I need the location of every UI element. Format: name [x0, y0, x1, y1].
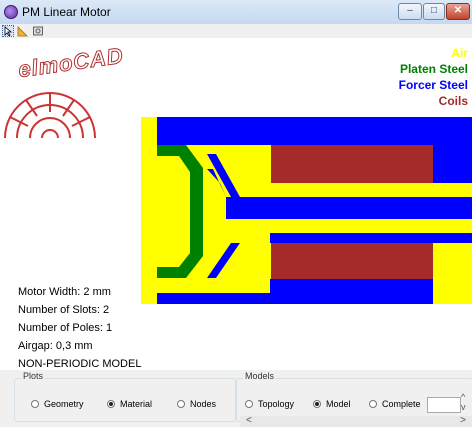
- title-bar: PM Linear Motor – □ ✕: [0, 0, 472, 25]
- window-title: PM Linear Motor: [22, 5, 111, 19]
- motor-geometry: [141, 117, 472, 304]
- app-icon: [4, 5, 18, 19]
- radio-dot-model: [313, 400, 321, 408]
- radio-dot-complete: [369, 400, 377, 408]
- scroll-left-icon[interactable]: <: [246, 415, 252, 426]
- spinner-down-icon[interactable]: v: [461, 403, 466, 412]
- radio-geometry[interactable]: Geometry: [31, 399, 84, 409]
- air-gap-strip: [226, 183, 472, 197]
- horizontal-scrollbar[interactable]: < >: [240, 415, 472, 427]
- radio-dot-topology: [245, 400, 253, 408]
- zoom-tool-icon[interactable]: [32, 25, 44, 37]
- radio-topology[interactable]: Topology: [245, 399, 294, 409]
- radio-dot-nodes: [177, 400, 185, 408]
- measure-tool-icon[interactable]: [17, 25, 29, 37]
- plots-title: Plots: [21, 371, 46, 381]
- radio-model[interactable]: Model: [313, 399, 351, 409]
- close-button[interactable]: ✕: [446, 3, 470, 20]
- slots-text: Number of Slots: 2: [18, 304, 110, 316]
- plots-group: Plots Geometry Material Nodes: [14, 371, 236, 422]
- toolbar: [0, 24, 472, 38]
- radio-dot-geometry: [31, 400, 39, 408]
- scroll-right-icon[interactable]: >: [460, 415, 466, 426]
- value-input[interactable]: [427, 397, 461, 413]
- coil-upper: [271, 145, 433, 183]
- airgap-text: Airgap: 0,3 mm: [18, 340, 93, 352]
- radio-dot-material: [107, 400, 115, 408]
- select-tool-icon[interactable]: [2, 25, 14, 37]
- drawing-canvas[interactable]: elmoCAD Air Platen Steel Forcer Steel Co…: [0, 38, 472, 370]
- radio-nodes[interactable]: Nodes: [177, 399, 216, 409]
- coil-lower: [271, 243, 433, 279]
- motor-width-text: Motor Width: 2 mm: [18, 286, 111, 298]
- radio-material[interactable]: Material: [107, 399, 152, 409]
- poles-text: Number of Poles: 1: [18, 322, 113, 334]
- maximize-button[interactable]: □: [423, 3, 445, 20]
- radio-complete[interactable]: Complete: [369, 399, 421, 409]
- model-type-text: NON-PERIODIC MODEL: [18, 358, 142, 370]
- spinner-up-icon[interactable]: ^: [461, 393, 465, 402]
- minimize-button[interactable]: –: [398, 3, 422, 20]
- air-gap-strip-2: [226, 219, 472, 233]
- models-title: Models: [243, 371, 277, 381]
